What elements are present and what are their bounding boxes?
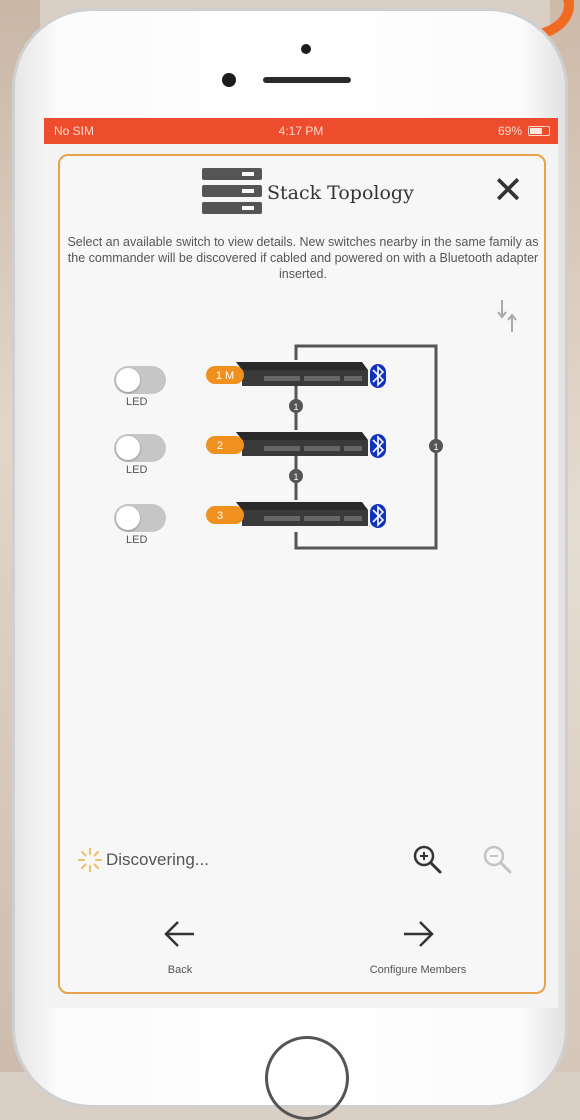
svg-text:1: 1 <box>433 442 438 452</box>
battery-icon <box>528 126 550 136</box>
link-marker-1-2: 1 <box>289 399 303 413</box>
led-toggle-2[interactable] <box>114 434 166 462</box>
stack-topology-diagram: 1 M 2 3 1 1 1 <box>206 344 443 550</box>
svg-text:3: 3 <box>217 510 223 522</box>
back-arrow-icon[interactable] <box>160 914 200 954</box>
proximity-sensor <box>301 44 311 54</box>
dialog-title: Stack Topology <box>267 182 414 204</box>
switch-badge-1: 1 M <box>206 366 244 384</box>
led-label-2: LED <box>126 464 148 476</box>
led-label-3: LED <box>126 534 148 546</box>
bluetooth-icon <box>370 434 386 458</box>
stack-icon <box>202 168 262 214</box>
bluetooth-icon <box>370 364 386 388</box>
stack-topology-dialog: Stack Topology ✕ Select an available swi… <box>58 154 546 994</box>
forward-arrow-icon[interactable] <box>398 914 438 954</box>
back-label[interactable]: Back <box>140 964 220 976</box>
svg-text:1: 1 <box>293 472 298 482</box>
home-button[interactable] <box>265 1036 349 1120</box>
svg-text:2: 2 <box>217 440 223 452</box>
discovering-status: Discovering... <box>106 850 209 869</box>
close-icon[interactable]: ✕ <box>488 172 528 212</box>
battery-percent: 69% <box>497 124 522 138</box>
switch-badge-3: 3 <box>206 506 244 524</box>
sort-arrows-icon[interactable] <box>496 296 520 336</box>
led-label-1: LED <box>126 396 148 408</box>
svg-text:1 M: 1 M <box>216 370 234 382</box>
switch-2[interactable] <box>236 432 368 456</box>
app-screen: No SIM 4:17 PM 69% Stack Topology ✕ Sele… <box>44 118 558 1008</box>
bluetooth-icon <box>370 504 386 528</box>
switch-3[interactable] <box>236 502 368 526</box>
status-bar: No SIM 4:17 PM 69% <box>44 118 558 144</box>
switch-badge-2: 2 <box>206 436 244 454</box>
svg-text:1: 1 <box>293 402 298 412</box>
zoom-in-icon[interactable] <box>410 842 444 876</box>
link-marker-ring: 1 <box>429 439 443 453</box>
status-time: 4:17 PM <box>278 124 324 138</box>
led-toggle-3[interactable] <box>114 504 166 532</box>
dialog-description: Select an available switch to view detai… <box>67 235 539 281</box>
led-toggle-1[interactable] <box>114 366 166 394</box>
zoom-out-icon[interactable] <box>480 842 514 876</box>
earpiece-speaker <box>263 77 351 83</box>
configure-members-label[interactable]: Configure Members <box>348 964 488 976</box>
link-marker-2-3: 1 <box>289 469 303 483</box>
spinner-icon <box>78 848 102 872</box>
switch-1[interactable] <box>236 362 368 386</box>
front-camera <box>222 73 236 87</box>
